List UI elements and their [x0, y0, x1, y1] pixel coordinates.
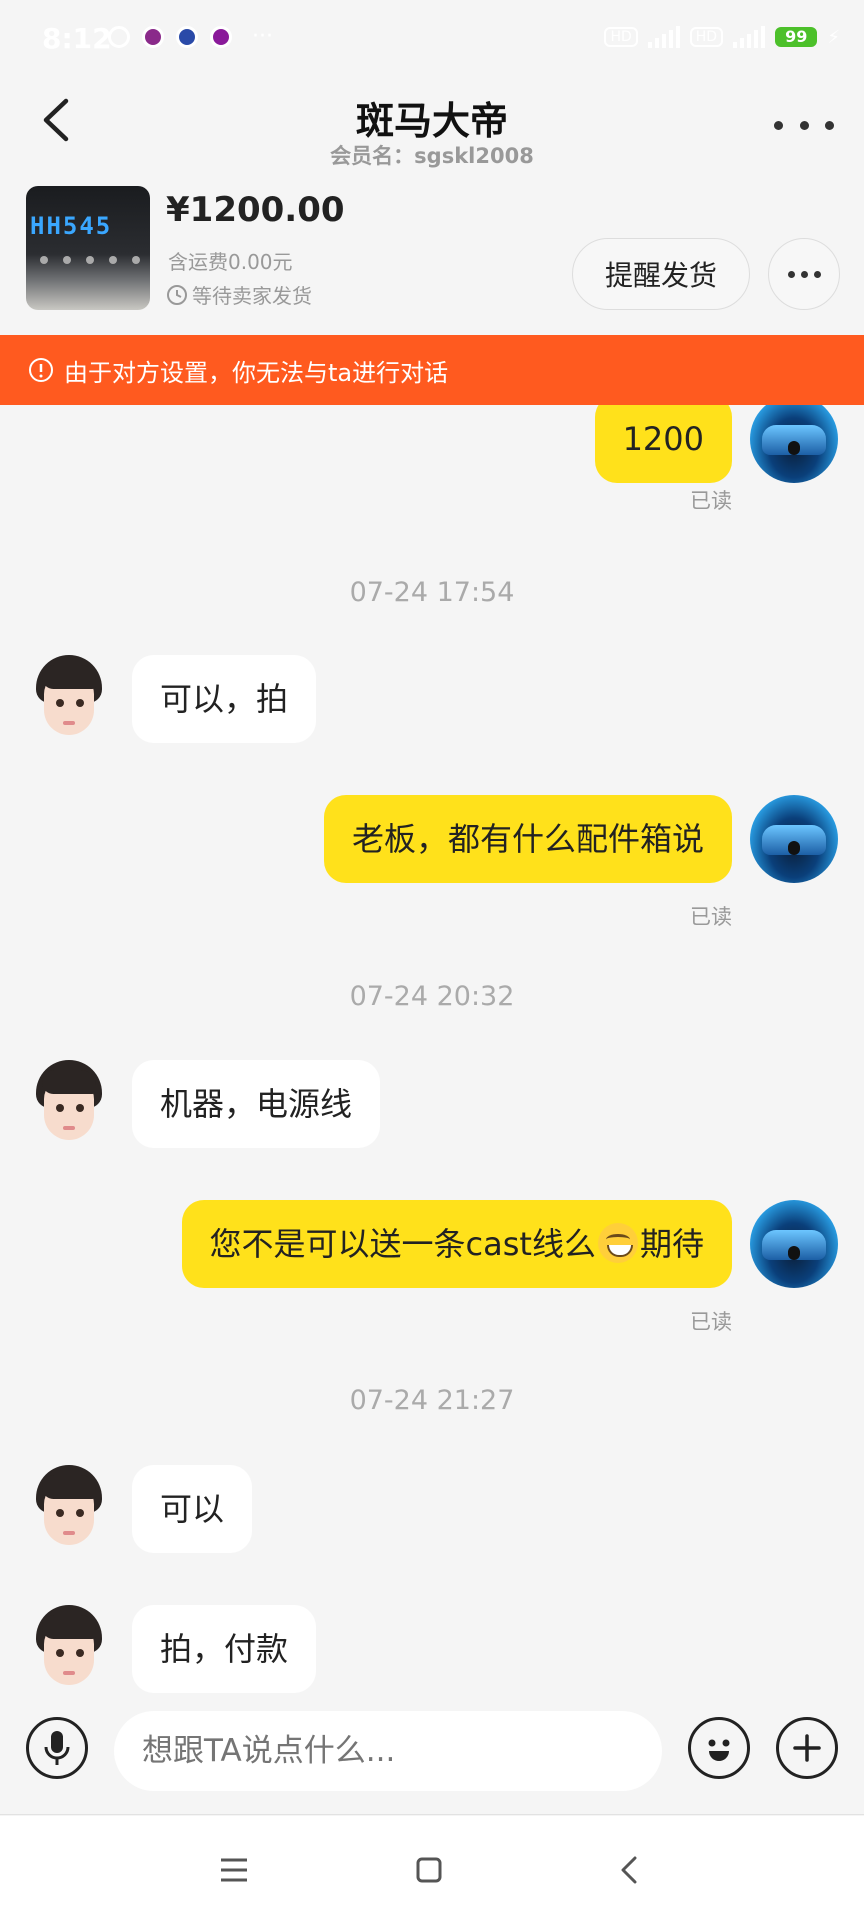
- device-knobs: [40, 256, 140, 264]
- clock-icon: [167, 284, 187, 305]
- dot: [800, 270, 808, 278]
- dot: [774, 120, 783, 130]
- home-button[interactable]: [405, 1846, 453, 1894]
- battery-indicator: 99: [775, 27, 818, 47]
- my-avatar[interactable]: [750, 795, 838, 883]
- blocked-banner: 由于对方设置，你无法与ta进行对话: [0, 335, 864, 405]
- timestamp: 07-24 17:54: [349, 577, 515, 608]
- remind-shipping-button[interactable]: 提醒发货: [572, 238, 750, 310]
- read-receipt: 已读: [690, 1310, 732, 1334]
- message-bubble-outgoing[interactable]: 您不是可以送一条cast线么 期待: [181, 1200, 732, 1288]
- dot: [813, 270, 821, 278]
- dot: [825, 120, 834, 130]
- message-row: 1200 已读: [0, 405, 864, 515]
- message-text: 期待: [639, 1225, 704, 1263]
- read-receipt: 已读: [690, 905, 732, 929]
- app-notification-icon: [176, 25, 198, 48]
- message-bubble-incoming[interactable]: 机器，电源线: [132, 1060, 381, 1148]
- product-card[interactable]: HH545 ¥1200.00 含运费0.00元 等待卖家发货 提醒发货: [0, 180, 864, 335]
- timestamp: 07-24 21:27: [349, 1385, 515, 1416]
- system-navigation-bar: [0, 1816, 864, 1920]
- more-options-button[interactable]: [774, 110, 834, 140]
- my-avatar[interactable]: [750, 405, 838, 483]
- message-input[interactable]: [114, 1711, 662, 1791]
- dot: [787, 270, 795, 278]
- chat-header: 斑马大帝 会员名：sgskl2008: [0, 80, 864, 180]
- read-receipt: 已读: [690, 489, 732, 513]
- banner-text: 由于对方设置，你无法与ta进行对话: [64, 358, 449, 387]
- hd-icon: HD: [604, 27, 638, 47]
- message-row: 拍，付款: [0, 1605, 864, 1695]
- smiley-face-icon: [708, 1739, 730, 1761]
- square-home-icon: [416, 1857, 442, 1883]
- alarm-icon: [108, 25, 130, 48]
- message-row: 老板，都有什么配件箱说 已读: [0, 795, 864, 929]
- signal-icon: [647, 26, 680, 48]
- order-status: 等待卖家发货: [166, 280, 312, 309]
- message-list[interactable]: 1200 已读 07-24 17:54 可以，拍 老板，都有什么配件箱说 已读 …: [0, 405, 864, 1695]
- shipping-fee: 含运费0.00元: [168, 250, 293, 274]
- dot: [799, 120, 809, 130]
- member-name: 会员名：sgskl2008: [330, 144, 534, 168]
- status-bar: 8:12 ··· HD HD 99 ⚡: [0, 0, 864, 80]
- input-bar: [0, 1695, 864, 1815]
- contact-avatar[interactable]: [30, 655, 110, 743]
- contact-avatar[interactable]: [30, 1465, 110, 1553]
- message-bubble-incoming[interactable]: 可以: [132, 1465, 253, 1553]
- contact-avatar[interactable]: [30, 1060, 110, 1148]
- video-app-icon: [210, 25, 232, 48]
- message-bubble-incoming[interactable]: 可以，拍: [132, 655, 317, 743]
- page-title: 斑马大帝: [355, 99, 508, 143]
- emoji-button[interactable]: [688, 1717, 750, 1779]
- message-bubble-incoming[interactable]: 拍，付款: [132, 1605, 317, 1693]
- message-text: 您不是可以送一条cast线么: [209, 1225, 596, 1263]
- message-bubble-outgoing[interactable]: 老板，都有什么配件箱说: [323, 795, 732, 883]
- message-row: 可以，拍: [0, 655, 864, 745]
- product-price: ¥1200.00: [166, 190, 345, 230]
- grinning-face-emoji-icon: [597, 1223, 638, 1263]
- hd-icon: HD: [689, 27, 724, 47]
- chevron-left-icon: [621, 1856, 637, 1884]
- recent-apps-button[interactable]: [210, 1846, 258, 1894]
- plus-icon: [793, 1734, 821, 1762]
- more-notifications-icon: ···: [252, 24, 273, 49]
- add-attachment-button[interactable]: [776, 1717, 838, 1779]
- voice-button[interactable]: [26, 1717, 88, 1779]
- contact-avatar[interactable]: [30, 1605, 110, 1693]
- status-time: 8:12: [42, 22, 112, 55]
- message-row: 机器，电源线: [0, 1060, 864, 1150]
- charging-icon: ⚡: [827, 26, 840, 48]
- order-more-button[interactable]: [768, 238, 840, 310]
- signal-icon: [733, 26, 766, 48]
- status-notification-icons: ···: [108, 24, 273, 49]
- app-notification-icon: [142, 25, 164, 48]
- timestamp: 07-24 20:32: [349, 981, 515, 1012]
- message-bubble-outgoing[interactable]: 1200: [594, 405, 732, 483]
- system-back-button[interactable]: [605, 1846, 653, 1894]
- alert-circle-icon: [29, 358, 53, 382]
- device-display-text: HH545: [30, 212, 113, 240]
- message-row: 可以: [0, 1465, 864, 1555]
- microphone-icon: [44, 1731, 70, 1765]
- order-status-text: 等待卖家发货: [192, 284, 312, 308]
- status-right-icons: HD HD 99 ⚡: [604, 26, 840, 48]
- message-row: 您不是可以送一条cast线么 期待 已读: [0, 1200, 864, 1334]
- product-thumbnail[interactable]: HH545: [26, 186, 150, 310]
- menu-icon: [221, 1858, 247, 1882]
- my-avatar[interactable]: [750, 1200, 838, 1288]
